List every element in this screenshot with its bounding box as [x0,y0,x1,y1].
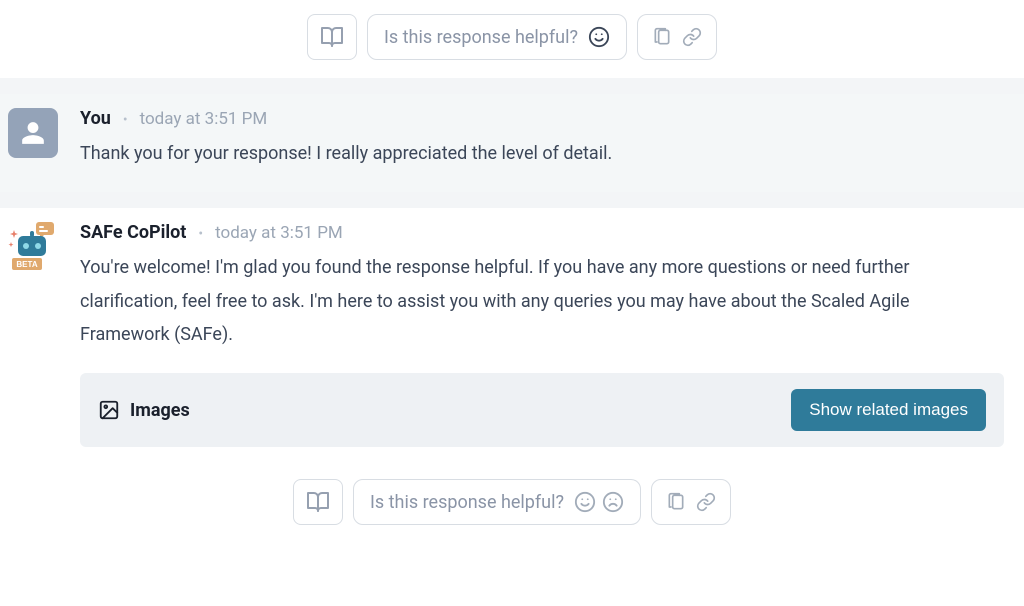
read-aloud-button[interactable] [307,14,357,60]
message-toolbar-bottom: Is this response helpful? [0,469,1024,543]
smile-face-icon[interactable] [574,491,596,513]
message-toolbar-top: Is this response helpful? [0,0,1024,78]
bot-text: You're welcome! I'm glad you found the r… [80,251,1000,351]
feedback-prompt: Is this response helpful? [370,492,564,513]
book-icon [306,490,330,514]
image-icon [98,399,120,421]
smile-face-icon[interactable] [588,26,610,48]
spacer [0,192,1024,208]
clipboard-icon[interactable] [652,27,672,47]
beta-badge-text: BETA [16,260,37,269]
link-icon[interactable] [682,27,702,47]
feedback-prompt: Is this response helpful? [384,27,578,48]
copy-link-group [651,479,731,525]
feedback-pill[interactable]: Is this response helpful? [353,479,641,525]
link-icon[interactable] [696,492,716,512]
bot-avatar: BETA [8,222,58,272]
spacer [0,78,1024,94]
images-panel: Images Show related images [80,373,1004,447]
user-message: You • today at 3:51 PM Thank you for you… [0,94,1024,192]
bot-name: SAFe CoPilot [80,222,186,243]
user-name: You [80,108,111,129]
bot-timestamp: today at 3:51 PM [215,223,343,243]
read-aloud-button[interactable] [293,479,343,525]
show-related-images-button[interactable]: Show related images [791,389,986,431]
user-avatar [8,108,58,158]
clipboard-icon[interactable] [666,492,686,512]
user-text: Thank you for your response! I really ap… [80,137,1000,170]
frown-face-icon[interactable] [602,491,624,513]
images-label: Images [130,400,190,421]
copy-link-group [637,14,717,60]
bot-message: BETA SAFe CoPilot • today at 3:51 PM You… [0,208,1024,469]
feedback-pill[interactable]: Is this response helpful? [367,14,627,60]
separator-dot: • [123,112,128,128]
separator-dot: • [198,226,203,242]
book-icon [320,25,344,49]
user-timestamp: today at 3:51 PM [140,109,268,129]
